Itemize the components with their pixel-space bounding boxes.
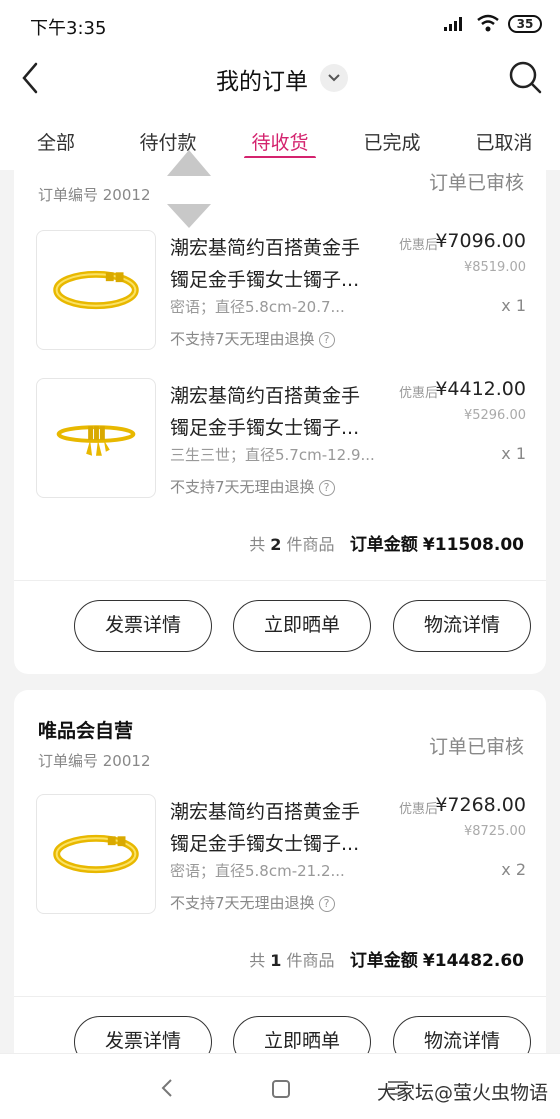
divider [14, 996, 546, 997]
invoice-details-button[interactable]: 发票详情 [74, 600, 212, 652]
watermark: 大家坛@萤火虫物语 [376, 1082, 548, 1104]
discount-label: 优惠后 [398, 386, 438, 401]
help-icon[interactable]: ? [318, 896, 335, 912]
return-policy-note: 不支持7天无理由退换? [170, 476, 335, 497]
product-image[interactable] [36, 794, 156, 914]
product-image[interactable] [36, 378, 156, 498]
item-quantity: x 1 [501, 296, 526, 315]
status-time: 下午3:35 [30, 18, 107, 39]
original-price: ¥8725.00 [463, 824, 526, 839]
scroll-arrows-icon[interactable] [163, 150, 215, 230]
order-total: ¥14482.60 [422, 951, 524, 971]
shop-name[interactable]: 唯品会自营 [38, 716, 133, 743]
divider [14, 580, 546, 581]
order-number: 订单编号 20012 [38, 752, 151, 770]
help-icon[interactable]: ? [318, 480, 335, 496]
search-icon[interactable] [508, 60, 542, 94]
system-nav-bar: 大家坛@萤火虫物语 [0, 1053, 560, 1119]
nav-home-icon[interactable] [272, 1080, 290, 1098]
order-summary: 共 2 件商品 订单金额 ¥11508.00 [249, 535, 524, 555]
product-image[interactable] [36, 230, 156, 350]
item-quantity: x 2 [501, 860, 526, 879]
nav-back-icon[interactable] [158, 1078, 176, 1098]
order-card: 唯品会自营 订单编号 20012 订单已审核 潮宏基简约百搭黄金手 镯足金手镯女… [14, 690, 546, 1070]
chevron-down-icon[interactable] [320, 64, 348, 92]
original-price: ¥5296.00 [463, 408, 526, 423]
discount-price: ¥4412.00 [435, 378, 526, 400]
return-policy-note: 不支持7天无理由退换? [170, 892, 335, 913]
product-spec: 三生三世；直径5.7cm-12.9... [170, 446, 375, 464]
order-item[interactable]: 潮宏基简约百搭黄金手 镯足金手镯女士镯子... 三生三世；直径5.7cm-12.… [36, 378, 530, 498]
discount-label: 优惠后 [398, 802, 438, 817]
return-policy-note: 不支持7天无理由退换? [170, 328, 335, 349]
product-spec: 密语；直径5.8cm-21.2... [170, 862, 345, 880]
signal-icon [444, 17, 462, 31]
share-review-button[interactable]: 立即晒单 [233, 600, 371, 652]
order-summary: 共 1 件商品 订单金额 ¥14482.60 [249, 951, 524, 971]
discount-price: ¥7268.00 [435, 794, 526, 816]
order-number: 订单编号 20012 [38, 186, 151, 204]
order-status: 订单已审核 [428, 736, 524, 758]
help-icon[interactable]: ? [318, 332, 335, 348]
item-quantity: x 1 [501, 444, 526, 463]
wifi-icon [477, 14, 499, 32]
app-header: 我的订单 [0, 48, 560, 108]
order-item[interactable]: 潮宏基简约百搭黄金手 镯足金手镯女士镯子... 密语；直径5.8cm-21.2.… [36, 794, 530, 914]
product-name[interactable]: 潮宏基简约百搭黄金手 镯足金手镯女士镯子... [170, 796, 380, 860]
order-card: 订单编号 20012 订单已审核 潮宏基简约百搭黄金手 镯足金手镯女士镯子...… [14, 158, 546, 674]
product-name[interactable]: 潮宏基简约百搭黄金手 镯足金手镯女士镯子... [170, 232, 380, 296]
logistics-details-button[interactable]: 物流详情 [393, 600, 531, 652]
product-spec: 密语；直径5.8cm-20.7... [170, 298, 345, 316]
order-total: ¥11508.00 [422, 535, 524, 555]
order-item[interactable]: 潮宏基简约百搭黄金手 镯足金手镯女士镯子... 密语；直径5.8cm-20.7.… [36, 230, 530, 350]
page-title: 我的订单 [216, 69, 308, 95]
product-name[interactable]: 潮宏基简约百搭黄金手 镯足金手镯女士镯子... [170, 380, 380, 444]
discount-label: 优惠后 [398, 238, 438, 253]
order-status: 订单已审核 [428, 172, 524, 194]
discount-price: ¥7096.00 [435, 230, 526, 252]
original-price: ¥8519.00 [463, 260, 526, 275]
battery-icon: 35 [508, 15, 542, 33]
status-bar: 下午3:35 35 [0, 0, 560, 48]
